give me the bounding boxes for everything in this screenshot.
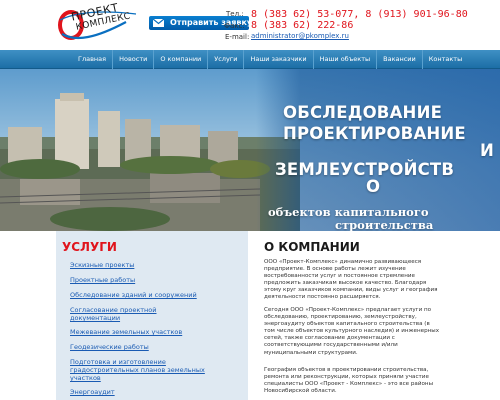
nav-item-news[interactable]: Новости bbox=[113, 50, 155, 69]
fax-label: Факс: bbox=[224, 22, 245, 30]
hero-line-4: ЗЕМЛЕУСТРОЙСТВ bbox=[275, 160, 455, 179]
fax-number: 8 (383 62) 222-86 bbox=[251, 20, 354, 31]
nav-item-home[interactable]: Главная bbox=[72, 50, 114, 69]
email-link[interactable]: administrator@pkomplex.ru bbox=[251, 32, 349, 40]
nav-item-contacts[interactable]: Контакты bbox=[423, 50, 468, 69]
service-link-urban-plans[interactable]: Подготовка и изготовление градостроитель… bbox=[70, 358, 220, 382]
about-paragraph-3: География объектов в проектировании стро… bbox=[264, 367, 433, 395]
company-logo[interactable]: ПРОЕКТ КОМПЛЕКС bbox=[56, 1, 140, 44]
hero-banner: ОБСЛЕДОВАНИЕ ПРОЕКТИРОВАНИЕ И ЗЕМЛЕУСТРО… bbox=[0, 69, 500, 231]
nav-item-vacancies[interactable]: Вакансии bbox=[377, 50, 423, 69]
nav-item-about[interactable]: О компании bbox=[154, 50, 209, 69]
hero-subtitle-line-2: строительства bbox=[335, 218, 434, 232]
service-link-energy-audit[interactable]: Энергоаудит bbox=[70, 388, 242, 396]
about-paragraph-2: Сегодня ООО «Проект-Комплекс» предлагает… bbox=[264, 307, 440, 356]
about-heading: О КОМПАНИИ bbox=[264, 240, 360, 254]
phone-numbers: 8 (383 62) 53-077, 8 (913) 901-96-80 bbox=[251, 9, 468, 20]
hero-line-3: И bbox=[480, 141, 495, 160]
service-link-sketch[interactable]: Эскизные проекты bbox=[70, 261, 242, 269]
tel-label: Тел.: bbox=[226, 10, 244, 18]
service-link-approval[interactable]: Согласование проектной документации bbox=[70, 306, 198, 322]
nav-item-services[interactable]: Услуги bbox=[208, 50, 245, 69]
nav-item-projects[interactable]: Наши объекты bbox=[314, 50, 378, 69]
services-heading: УСЛУГИ bbox=[62, 240, 117, 254]
nav-item-clients[interactable]: Наши заказчики bbox=[244, 50, 314, 69]
hero-line-2: ПРОЕКТИРОВАНИЕ bbox=[283, 124, 466, 143]
service-link-land-survey[interactable]: Межевание земельных участков bbox=[70, 328, 242, 336]
envelope-icon bbox=[153, 19, 164, 27]
hero-line-1: ОБСЛЕДОВАНИЕ bbox=[283, 103, 443, 122]
main-navigation: Главная Новости О компании Услуги Наши з… bbox=[0, 50, 500, 69]
header: ПРОЕКТ КОМПЛЕКС Отправить заявку Тел.: Ф… bbox=[0, 0, 500, 50]
services-list: Эскизные проекты Проектные работы Обслед… bbox=[70, 261, 242, 396]
email-label: E-mail: bbox=[225, 33, 250, 41]
service-link-inspection[interactable]: Обследование зданий и сооружений bbox=[70, 291, 242, 299]
hero-line-5: О bbox=[366, 177, 381, 196]
service-link-geodesy[interactable]: Геодезические работы bbox=[70, 343, 242, 351]
hero-subtitle: объектов капитального строительства bbox=[268, 206, 434, 232]
about-paragraph-1: ООО «Проект-Комплекс» динамично развиваю… bbox=[264, 259, 438, 301]
service-link-design[interactable]: Проектные работы bbox=[70, 276, 242, 284]
